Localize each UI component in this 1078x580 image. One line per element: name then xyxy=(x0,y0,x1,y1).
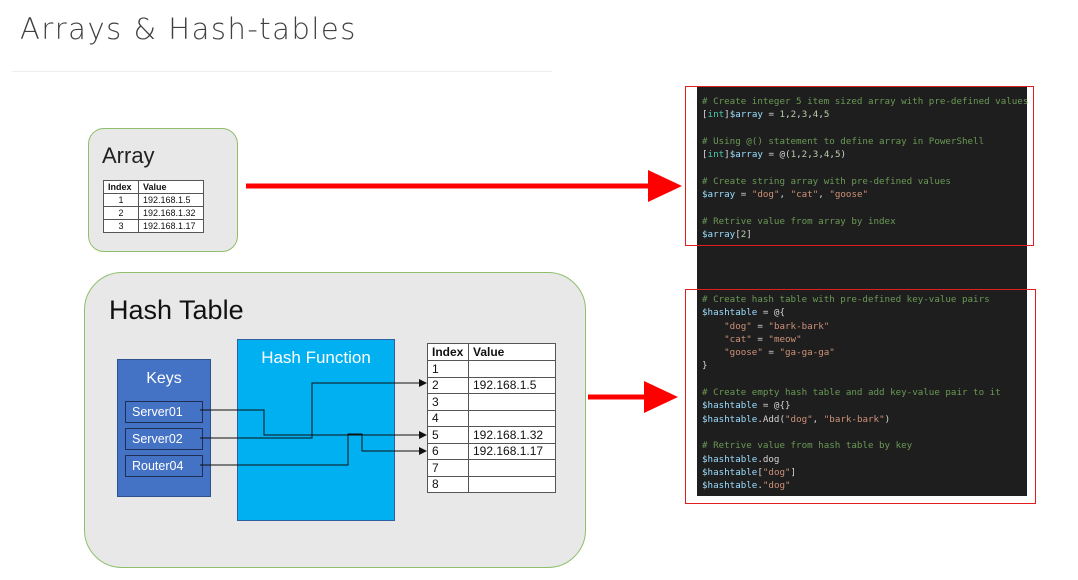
array-to-code-arrow xyxy=(246,170,682,202)
connector-server01 xyxy=(200,409,427,439)
connector-overlay xyxy=(200,170,682,466)
connector-router04 xyxy=(200,433,427,466)
hashtable-to-code-arrow xyxy=(588,381,678,413)
